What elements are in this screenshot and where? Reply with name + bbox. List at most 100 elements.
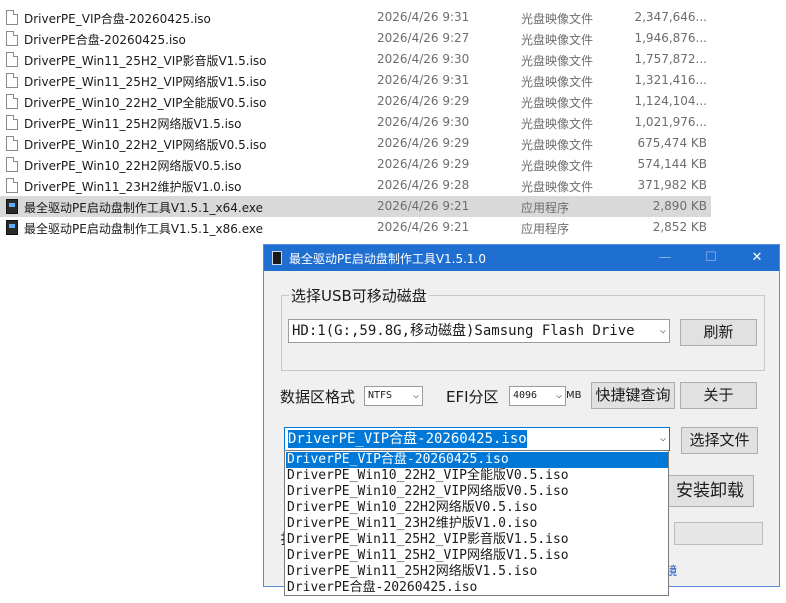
file-name: 最全驱动PE启动盘制作工具V1.5.1_x64.exe bbox=[24, 201, 264, 215]
iso-select[interactable]: DriverPE_VIP合盘-20260425.iso ⌵ bbox=[284, 427, 670, 451]
file-row[interactable]: DriverPE_Win11_25H2_VIP影音版V1.5.iso 2026/4… bbox=[0, 49, 711, 70]
iso-dropdown-list: DriverPE_VIP合盘-20260425.iso DriverPE_Win1… bbox=[284, 450, 669, 596]
dropdown-option[interactable]: DriverPE_Win11_25H2_VIP网络版V1.5.iso bbox=[286, 548, 668, 564]
file-size: 1,021,976... bbox=[634, 115, 707, 129]
disc-image-icon bbox=[6, 10, 18, 25]
window-title: 最全驱动PE启动盘制作工具V1.5.1.0 bbox=[289, 252, 487, 266]
file-type: 应用程序 bbox=[521, 201, 570, 215]
disc-image-icon bbox=[6, 52, 18, 67]
dropdown-option[interactable]: DriverPE_Win10_22H2网络版V0.5.iso bbox=[286, 500, 668, 516]
file-name: DriverPE_Win10_22H2_VIP网络版V0.5.iso bbox=[24, 138, 267, 152]
file-name: DriverPE_Win10_22H2_VIP全能版V0.5.iso bbox=[24, 96, 267, 110]
file-size: 2,852 KB bbox=[652, 220, 707, 234]
efi-size-value: 4096 bbox=[513, 390, 538, 401]
disc-image-icon bbox=[6, 178, 18, 193]
data-format-select[interactable]: NTFS ⌵ bbox=[364, 386, 423, 406]
file-date: 2026/4/26 9:21 bbox=[377, 199, 470, 213]
file-row[interactable]: DriverPE_Win11_25H2网络版V1.5.iso 2026/4/26 … bbox=[0, 112, 711, 133]
disc-image-icon bbox=[6, 157, 18, 172]
file-type: 光盘映像文件 bbox=[521, 54, 594, 68]
data-format-label: 数据区格式 bbox=[280, 388, 356, 406]
chevron-down-icon: ⌵ bbox=[555, 390, 562, 401]
file-row[interactable]: DriverPE_Win10_22H2网络版V0.5.iso 2026/4/26 … bbox=[0, 154, 711, 175]
file-type: 光盘映像文件 bbox=[521, 180, 594, 194]
file-row[interactable]: DriverPE_VIP合盘-20260425.iso 2026/4/26 9:3… bbox=[0, 7, 711, 28]
dropdown-option[interactable]: DriverPE_Win11_23H2维护版V1.0.iso bbox=[286, 516, 668, 532]
maximize-button[interactable]: ☐ bbox=[688, 245, 734, 271]
disc-image-icon bbox=[6, 73, 18, 88]
file-name: 最全驱动PE启动盘制作工具V1.5.1_x86.exe bbox=[24, 222, 264, 236]
dropdown-option[interactable]: DriverPE_VIP合盘-20260425.iso bbox=[286, 452, 668, 468]
progress-bar bbox=[674, 522, 763, 545]
file-name: DriverPE合盘-20260425.iso bbox=[24, 33, 186, 47]
file-type: 应用程序 bbox=[521, 222, 570, 236]
usb-group-label: 选择USB可移动磁盘 bbox=[289, 285, 429, 306]
disc-image-icon bbox=[6, 94, 18, 109]
exe-icon bbox=[6, 199, 18, 214]
chevron-down-icon: ⌵ bbox=[412, 390, 419, 401]
file-name: DriverPE_Win11_25H2_VIP网络版V1.5.iso bbox=[24, 75, 267, 89]
file-type: 光盘映像文件 bbox=[521, 138, 594, 152]
file-row[interactable]: DriverPE_Win11_25H2_VIP网络版V1.5.iso 2026/4… bbox=[0, 70, 711, 91]
app-icon bbox=[272, 251, 282, 265]
title-bar[interactable]: 最全驱动PE启动盘制作工具V1.5.1.0 — ☐ ✕ bbox=[264, 245, 779, 271]
refresh-button[interactable]: 刷新 bbox=[680, 319, 757, 346]
file-type: 光盘映像文件 bbox=[521, 96, 594, 110]
file-date: 2026/4/26 9:27 bbox=[377, 31, 470, 45]
efi-partition-label: EFI分区 bbox=[446, 388, 499, 406]
file-type: 光盘映像文件 bbox=[521, 75, 594, 89]
file-row[interactable]: 最全驱动PE启动盘制作工具V1.5.1_x86.exe 2026/4/26 9:2… bbox=[0, 217, 711, 238]
disc-image-icon bbox=[6, 31, 18, 46]
file-name: DriverPE_Win11_25H2_VIP影音版V1.5.iso bbox=[24, 54, 267, 68]
about-button[interactable]: 关于 bbox=[680, 382, 757, 409]
chevron-down-icon: ⌵ bbox=[659, 325, 666, 336]
file-size: 1,321,416... bbox=[634, 73, 707, 87]
disc-image-icon bbox=[6, 136, 18, 151]
data-format-value: NTFS bbox=[368, 390, 393, 401]
file-row[interactable]: DriverPE_Win10_22H2_VIP全能版V0.5.iso 2026/4… bbox=[0, 91, 711, 112]
file-size: 1,757,872... bbox=[634, 52, 707, 66]
file-size: 574,144 KB bbox=[637, 157, 707, 171]
close-button[interactable]: ✕ bbox=[734, 245, 780, 271]
file-size: 1,946,876... bbox=[634, 31, 707, 45]
dropdown-option[interactable]: DriverPE_Win11_25H2_VIP影音版V1.5.iso bbox=[286, 532, 668, 548]
file-size: 2,347,646... bbox=[634, 10, 707, 24]
file-date: 2026/4/26 9:29 bbox=[377, 94, 470, 108]
dropdown-option[interactable]: DriverPE_Win10_22H2_VIP网络版V0.5.iso bbox=[286, 484, 668, 500]
file-type: 光盘映像文件 bbox=[521, 12, 594, 26]
dropdown-option[interactable]: DriverPE合盘-20260425.iso bbox=[286, 580, 668, 596]
file-row[interactable]: DriverPE合盘-20260425.iso 2026/4/26 9:27 光盘映… bbox=[0, 28, 711, 49]
usb-drive-value: HD:1(G:,59.8G,移动磁盘)Samsung Flash Drive bbox=[292, 323, 635, 339]
file-size: 675,474 KB bbox=[637, 136, 707, 150]
file-row[interactable]: DriverPE_Win10_22H2_VIP网络版V0.5.iso 2026/4… bbox=[0, 133, 711, 154]
file-date: 2026/4/26 9:29 bbox=[377, 136, 470, 150]
file-size: 2,890 KB bbox=[652, 199, 707, 213]
file-type: 光盘映像文件 bbox=[521, 33, 594, 47]
file-date: 2026/4/26 9:30 bbox=[377, 52, 470, 66]
dropdown-option[interactable]: DriverPE_Win10_22H2_VIP全能版V0.5.iso bbox=[286, 468, 668, 484]
file-size: 1,124,104... bbox=[634, 94, 707, 108]
file-name: DriverPE_Win10_22H2网络版V0.5.iso bbox=[24, 159, 242, 173]
hotkey-query-button[interactable]: 快捷键查询 bbox=[591, 382, 675, 409]
file-date: 2026/4/26 9:31 bbox=[377, 73, 470, 87]
file-date: 2026/4/26 9:30 bbox=[377, 115, 470, 129]
dropdown-option[interactable]: DriverPE_Win11_25H2网络版V1.5.iso bbox=[286, 564, 668, 580]
file-row[interactable]: DriverPE_Win11_23H2维护版V1.0.iso 2026/4/26 … bbox=[0, 175, 711, 196]
file-name: DriverPE_Win11_25H2网络版V1.5.iso bbox=[24, 117, 242, 131]
minimize-button[interactable]: — bbox=[642, 245, 688, 271]
efi-unit-label: MB bbox=[566, 390, 582, 401]
choose-file-button[interactable]: 选择文件 bbox=[681, 427, 758, 454]
file-type: 光盘映像文件 bbox=[521, 117, 594, 131]
efi-size-select[interactable]: 4096 ⌵ bbox=[509, 386, 566, 406]
file-type: 光盘映像文件 bbox=[521, 159, 594, 173]
usb-drive-select[interactable]: HD:1(G:,59.8G,移动磁盘)Samsung Flash Drive ⌵ bbox=[288, 319, 670, 343]
file-row[interactable]: 最全驱动PE启动盘制作工具V1.5.1_x64.exe 2026/4/26 9:2… bbox=[0, 196, 711, 217]
file-name: DriverPE_VIP合盘-20260425.iso bbox=[24, 12, 211, 26]
file-date: 2026/4/26 9:31 bbox=[377, 10, 470, 24]
chevron-down-icon: ⌵ bbox=[659, 433, 666, 444]
file-date: 2026/4/26 9:28 bbox=[377, 178, 470, 192]
install-uninstall-button[interactable]: 安装卸载 bbox=[666, 475, 754, 507]
disc-image-icon bbox=[6, 115, 18, 130]
exe-icon bbox=[6, 220, 18, 235]
file-date: 2026/4/26 9:21 bbox=[377, 220, 470, 234]
